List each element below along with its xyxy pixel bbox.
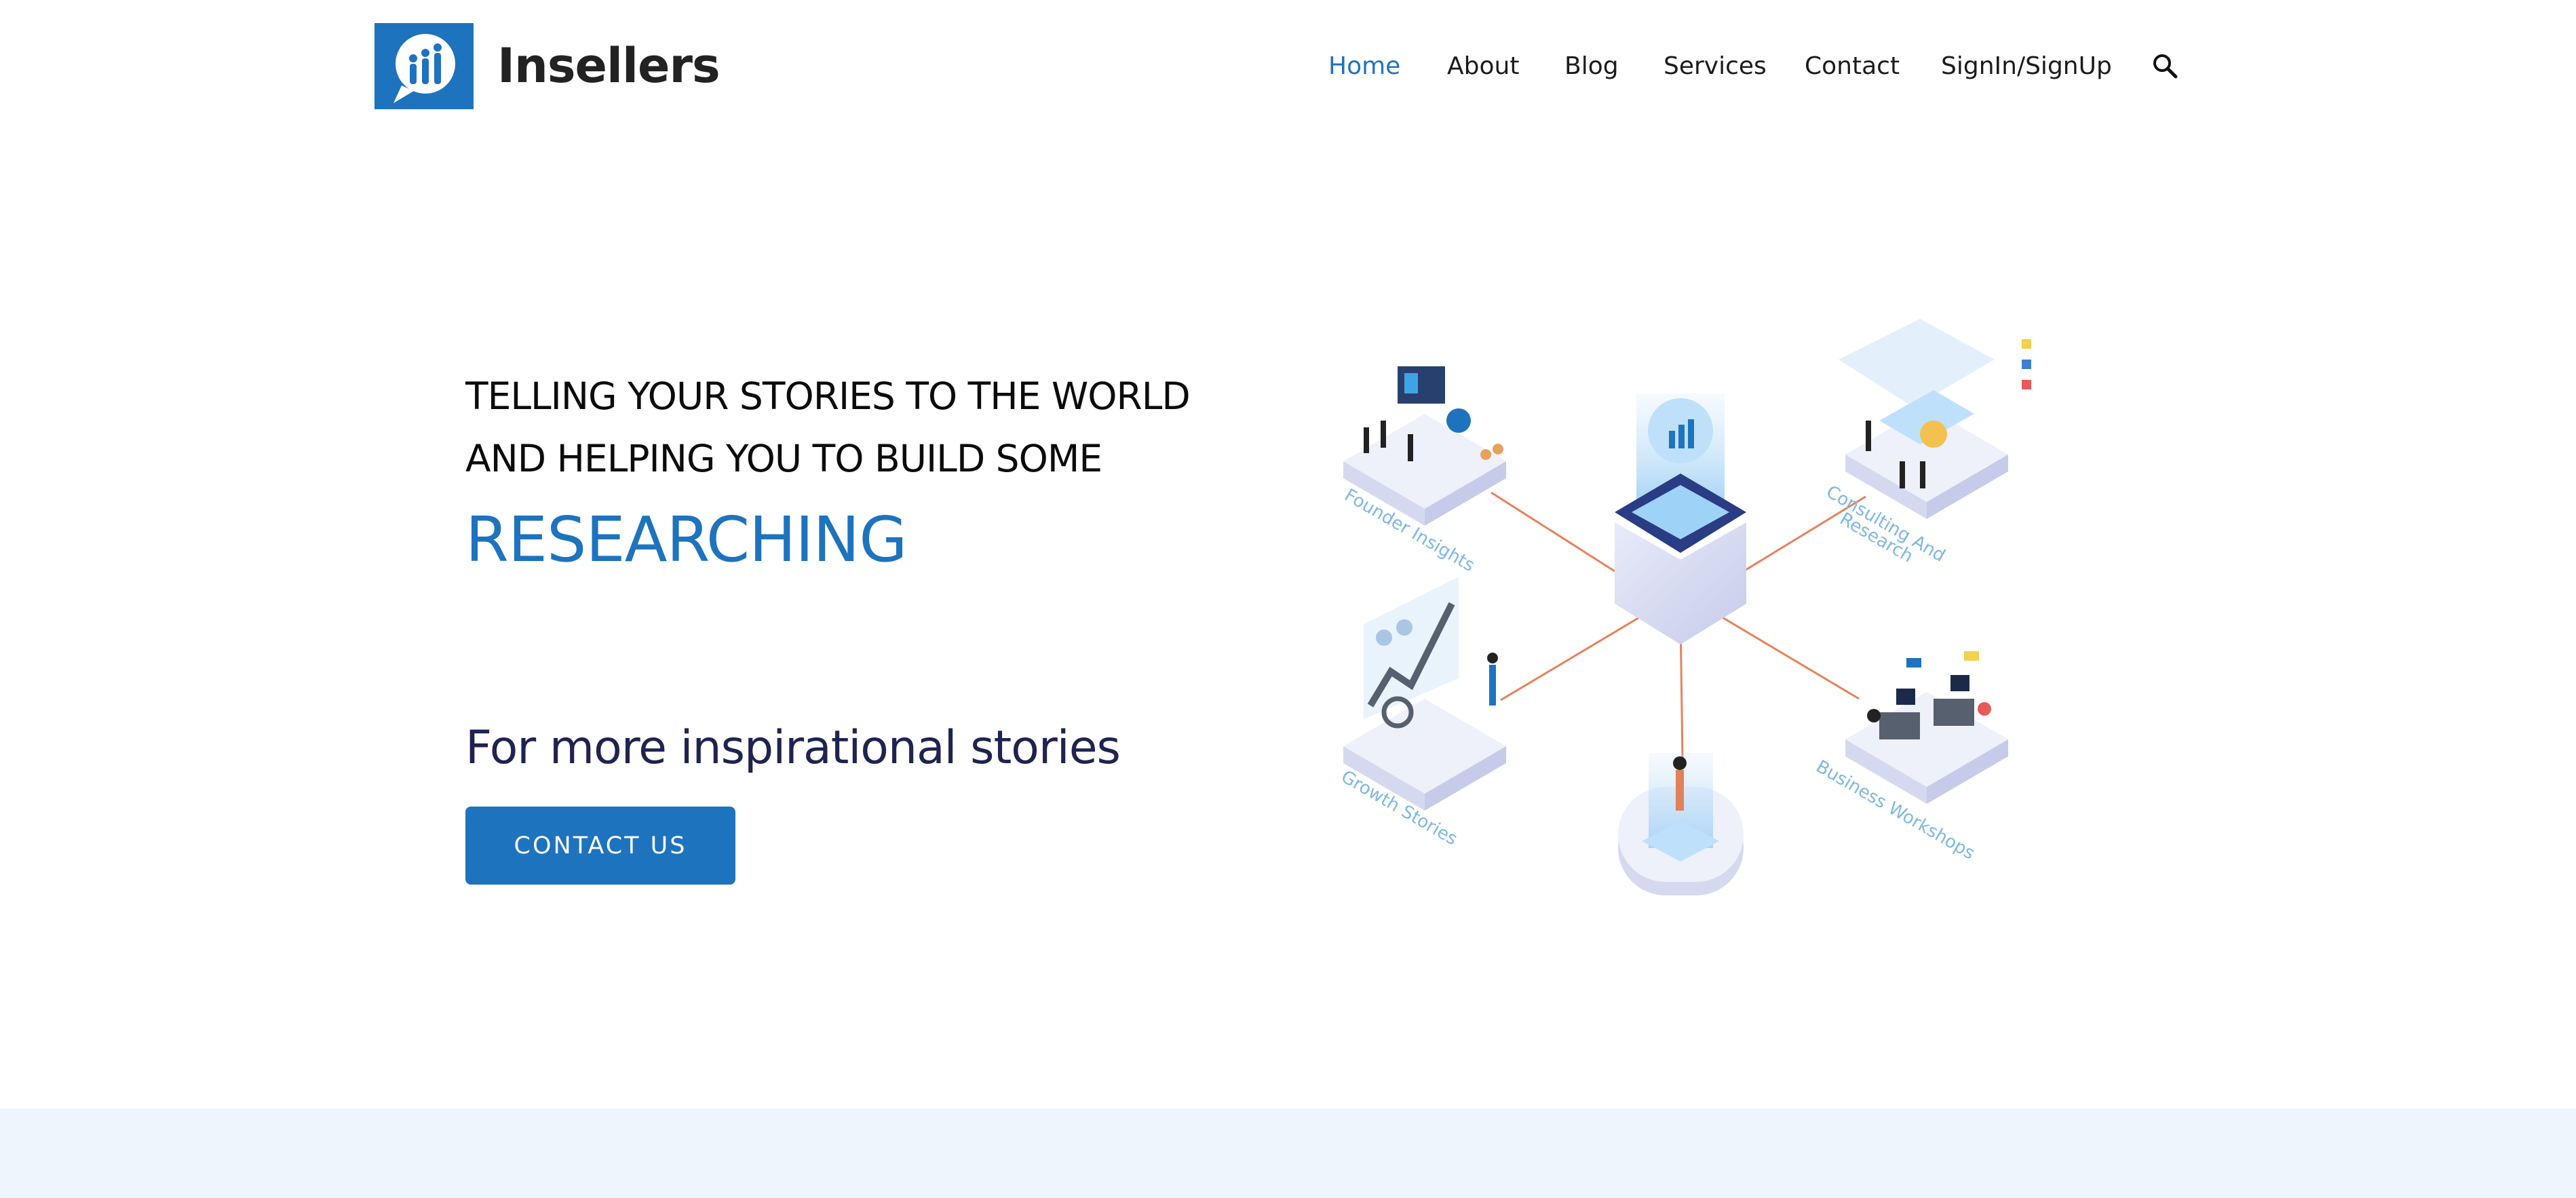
platform-business-workshops: Business Workshops bbox=[1813, 651, 2008, 864]
hero-line-2: AND HELPING YOU TO BUILD SOME bbox=[465, 437, 1102, 480]
nav-contact[interactable]: Contact bbox=[1805, 46, 1900, 87]
brand-name[interactable]: Insellers bbox=[497, 35, 720, 96]
contact-us-button[interactable]: CONTACT US bbox=[465, 807, 735, 885]
nav-services[interactable]: Services bbox=[1664, 46, 1767, 87]
hero-illustration: Founder Insights Consulting And Research bbox=[1323, 319, 2056, 943]
site-header: Insellers Home About Blog Services Conta… bbox=[0, 0, 2576, 132]
platform-bottom bbox=[1618, 753, 1744, 895]
platform-consulting-research: Consulting And Research bbox=[1823, 319, 2031, 567]
platform-growth-stories: Growth Stories bbox=[1338, 577, 1506, 849]
hero-subtitle: For more inspirational stories bbox=[465, 721, 1121, 775]
brand-logo[interactable] bbox=[374, 23, 474, 109]
nav-blog[interactable]: Blog bbox=[1564, 46, 1619, 87]
bottom-section-band bbox=[0, 1108, 2576, 1198]
search-icon[interactable] bbox=[2151, 52, 2180, 81]
nav-signin-signup[interactable]: SignIn/SignUp bbox=[1941, 46, 2112, 87]
hero-line-1: TELLING YOUR STORIES TO THE WORLD bbox=[465, 374, 1191, 418]
logo-mark-icon bbox=[393, 34, 455, 103]
platform-founder-insights: Founder Insights bbox=[1341, 366, 1506, 576]
nav-about[interactable]: About bbox=[1447, 46, 1519, 87]
nav-home[interactable]: Home bbox=[1328, 46, 1400, 87]
hero-highlight: RESEARCHING bbox=[465, 503, 908, 576]
